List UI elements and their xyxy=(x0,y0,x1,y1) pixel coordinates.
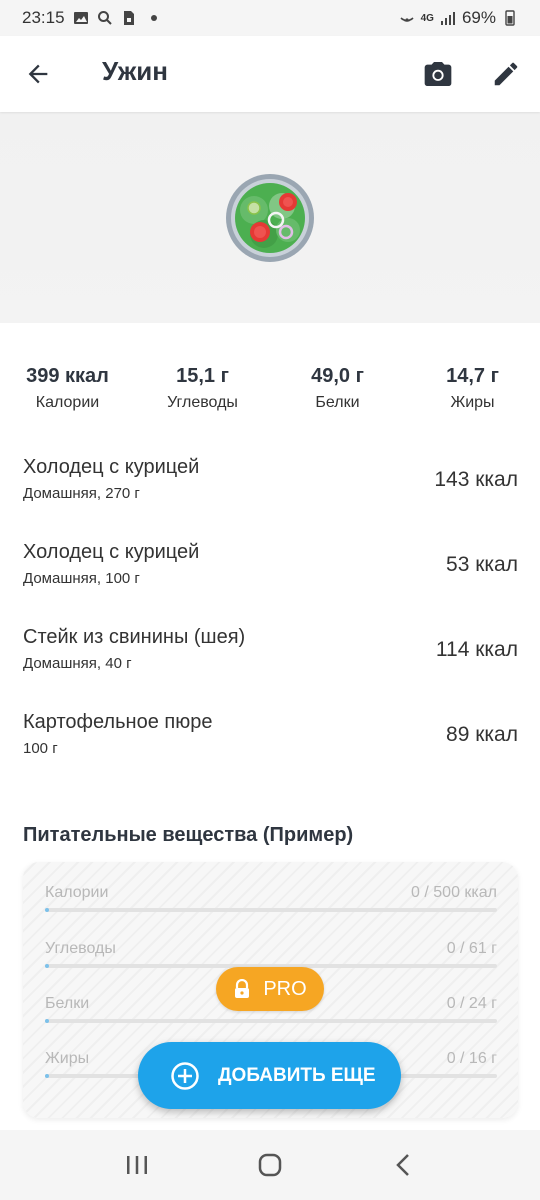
food-item[interactable]: Стейк из свинины (шея) Домашняя, 40 г 11… xyxy=(0,622,540,707)
macro-label: Белки xyxy=(315,394,360,411)
add-more-button[interactable]: ДОБАВИТЬ ЕЩЕ xyxy=(138,1042,401,1109)
nutrient-name: Белки xyxy=(45,995,90,1012)
food-name: Стейк из свинины (шея) xyxy=(23,626,246,648)
salad-icon xyxy=(226,173,314,262)
macro-label: Калории xyxy=(35,394,100,411)
food-item[interactable]: Холодец с курицей Домашняя, 100 г 53 кка… xyxy=(0,537,540,622)
hotspot-icon xyxy=(400,17,414,22)
edit-button[interactable] xyxy=(488,56,524,92)
macro-value: 15,1 г xyxy=(176,365,229,387)
macro-value: 49,0 г xyxy=(311,365,364,387)
add-more-label: ДОБАВИТЬ ЕЩЕ xyxy=(218,1064,376,1086)
chevron-left-icon xyxy=(396,1154,410,1176)
nutrient-progress-fill xyxy=(45,1074,49,1078)
nutrient-name: Жиры xyxy=(45,1050,90,1067)
status-bar: 23:15 4G 69% xyxy=(0,0,540,36)
nutrient-progress-bar xyxy=(45,1019,497,1023)
page-title: Ужин xyxy=(102,56,168,86)
pencil-icon xyxy=(494,62,518,86)
nutrient-row-calories: Калории 0 / 500 ккал xyxy=(45,884,497,924)
camera-icon xyxy=(424,62,452,86)
battery-percent: 69% xyxy=(461,8,496,27)
nutrient-value: 0 / 24 г xyxy=(446,995,497,1012)
search-icon xyxy=(97,11,112,25)
nutrient-progress-bar xyxy=(45,908,497,912)
nutrient-name: Калории xyxy=(45,884,109,901)
nutrient-progress-fill xyxy=(45,1019,49,1023)
battery-icon xyxy=(505,10,515,26)
food-calories: 53 ккал xyxy=(446,553,518,576)
lock-icon xyxy=(235,979,250,998)
macro-carbs: 15,1 г Углеводы xyxy=(135,365,270,425)
macro-fat: 14,7 г Жиры xyxy=(405,365,540,425)
nutrient-name: Углеводы xyxy=(45,940,116,957)
food-portion: Домашняя, 270 г xyxy=(23,485,140,502)
system-back-button[interactable] xyxy=(383,1145,423,1185)
food-portion: Домашняя, 40 г xyxy=(23,655,132,672)
nutrient-value: 0 / 16 г xyxy=(446,1050,497,1067)
nutrient-progress-fill xyxy=(45,964,49,968)
macro-value: 14,7 г xyxy=(446,365,499,387)
status-time: 23:15 xyxy=(22,8,65,27)
food-item[interactable]: Холодец с курицей Домашняя, 270 г 143 кк… xyxy=(0,452,540,537)
food-name: Холодец с курицей xyxy=(23,541,200,563)
recent-apps-icon xyxy=(126,1156,147,1174)
camera-button[interactable] xyxy=(420,56,456,92)
nutrients-title: Питательные вещества (Пример) xyxy=(23,824,354,846)
meal-image-area xyxy=(0,112,540,323)
macro-calories: 399 ккал Калории xyxy=(0,365,135,425)
food-calories: 89 ккал xyxy=(446,723,518,746)
app-bar: Ужин xyxy=(0,36,540,112)
food-item[interactable]: Картофельное пюре 100 г 89 ккал xyxy=(0,707,540,792)
home-button[interactable] xyxy=(250,1145,290,1185)
macro-label: Углеводы xyxy=(167,394,238,411)
food-name: Картофельное пюре xyxy=(23,711,213,733)
plus-circle-icon xyxy=(171,1061,199,1090)
nutrient-progress-fill xyxy=(45,908,49,912)
system-nav-bar xyxy=(0,1130,540,1200)
food-portion: Домашняя, 100 г xyxy=(23,570,140,587)
notification-dot xyxy=(150,15,157,21)
food-calories: 114 ккал xyxy=(435,638,518,661)
macros-summary: 399 ккал Калории 15,1 г Углеводы 49,0 г … xyxy=(0,365,540,425)
back-button[interactable] xyxy=(22,58,54,90)
macro-protein: 49,0 г Белки xyxy=(270,365,405,425)
macro-label: Жиры xyxy=(450,394,495,411)
food-name: Холодец с курицей xyxy=(23,456,200,478)
image-icon xyxy=(73,12,88,24)
recent-apps-button[interactable] xyxy=(117,1145,157,1185)
pro-label: PRO xyxy=(263,977,307,1000)
pro-badge-button[interactable]: PRO xyxy=(216,967,324,1011)
nutrient-value: 0 / 61 г xyxy=(446,940,497,957)
food-calories: 143 ккал xyxy=(434,468,518,491)
nutrient-value: 0 / 500 ккал xyxy=(411,884,497,901)
food-list: Холодец с курицей Домашняя, 270 г 143 кк… xyxy=(0,452,540,792)
arrow-left-icon xyxy=(28,64,48,84)
sim-icon xyxy=(123,11,134,25)
food-portion: 100 г xyxy=(23,740,58,757)
network-type: 4G xyxy=(420,12,434,24)
home-icon xyxy=(258,1153,282,1177)
macro-value: 399 ккал xyxy=(26,365,109,387)
signal-icon xyxy=(440,12,455,25)
